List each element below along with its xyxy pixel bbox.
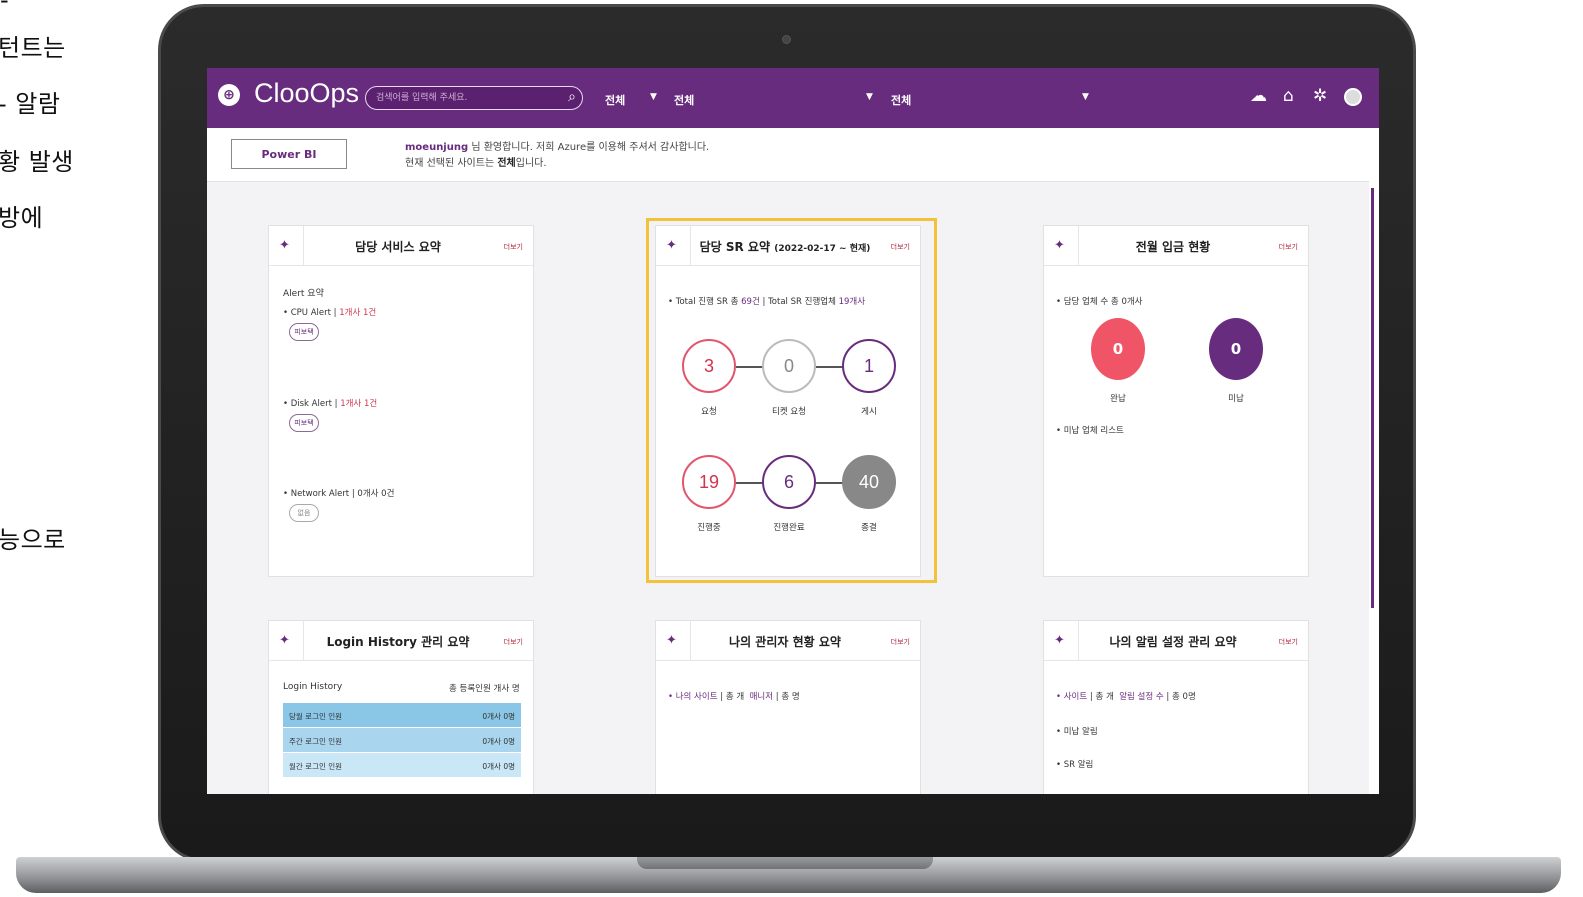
admin-sites: • 나의 사이트 [668, 692, 718, 702]
network-alert: • Network Alert | 0개사 0건 [283, 489, 395, 499]
welcome-message: moeunjung 님 환영합니다. 저희 Azure를 이용해 주셔서 감사합… [405, 140, 709, 172]
side-text-3: 황 발생 [0, 148, 74, 176]
avatar[interactable] [1344, 88, 1362, 106]
dropdown-1[interactable]: 전체 [605, 92, 625, 108]
chevron-down-icon[interactable]: ▼ [650, 92, 657, 102]
disk-alert: • Disk Alert | 1개사 1건 [283, 399, 378, 409]
cpu-alert: • CPU Alert | 1개사 1건 [283, 308, 377, 318]
login-row: 주간 로그인 인원 0개사 0명 [283, 728, 521, 752]
pin-icon[interactable]: ✦ [1054, 633, 1065, 648]
camera-icon [782, 35, 791, 44]
admin-managers-count: 총 명 [781, 692, 800, 702]
admin-status-card: ✦ 나의 관리자 현황 요약 더보기 • 나의 사이트 | 총 개 매니저 | … [655, 620, 921, 794]
dropdown-3[interactable]: 전체 [891, 92, 911, 108]
app-screen: ⊕ ClooOps ⌕ 전체 ▼ 전체 ▼ 전체 ▼ ☁ ⌂ ✲ Power B… [207, 68, 1379, 794]
admin-managers: 매니저 [749, 692, 774, 702]
site-prefix: 현재 선택된 사이트는 [405, 158, 498, 169]
pin-icon[interactable]: ✦ [279, 238, 290, 253]
login-heading: Login History [283, 682, 343, 692]
pin-icon[interactable]: ✦ [279, 633, 290, 648]
welcome-bar: Power BI moeunjung 님 환영합니다. 저희 Azure를 이용… [207, 128, 1369, 182]
login-row-label: 월간 로그인 인원 [289, 762, 343, 771]
alarm-settings-count: 총 0명 [1172, 692, 1196, 702]
chevron-down-icon[interactable]: ▼ [866, 92, 873, 102]
login-history-card: ✦ Login History 관리 요약 더보기 Login History … [268, 620, 534, 794]
login-row: 월간 로그인 인원 0개사 0명 [283, 753, 521, 777]
powerbi-button[interactable]: Power BI [231, 139, 347, 169]
login-row-value: 0개사 0명 [482, 737, 515, 746]
disk-status-pill[interactable]: 피보택 [289, 414, 319, 432]
card-title: 나의 관리자 현황 요약 [729, 635, 841, 649]
scrollbar[interactable] [1369, 128, 1379, 794]
paid-count[interactable]: 0 [1091, 318, 1145, 380]
disk-alert-value: 1개사 1건 [340, 399, 378, 409]
network-status-pill[interactable]: 없음 [289, 504, 319, 522]
alarm-settings-count-label: 알림 설정 수 [1119, 692, 1164, 702]
cpu-alert-value: 1개사 1건 [339, 308, 377, 318]
welcome-text: 님 환영합니다. 저희 Azure를 이용해 주셔서 감사합니다. [468, 142, 710, 153]
site-name: 전체 [497, 158, 516, 169]
card-title: 나의 알림 설정 관리 요약 [1109, 635, 1237, 649]
highlight-box [646, 218, 937, 583]
payment-summary: • 담당 업체 수 총 0개사 [1056, 297, 1143, 307]
globe-icon[interactable]: ⊕ [218, 84, 240, 106]
unpaid-alarm[interactable]: • 미납 알림 [1056, 725, 1098, 737]
alarm-sites-count: 총 개 [1095, 692, 1114, 702]
card-title: 담당 서비스 요약 [355, 240, 441, 254]
home-icon[interactable]: ⌂ [1283, 86, 1294, 106]
cpu-alert-label: • CPU Alert [283, 308, 331, 318]
more-link[interactable]: 더보기 [1279, 637, 1298, 647]
more-link[interactable]: 더보기 [504, 637, 523, 647]
side-text-0: - [0, 0, 10, 14]
admin-summary: • 나의 사이트 | 총 개 매니저 | 총 명 [668, 692, 800, 702]
payment-status-card: ✦ 전월 입금 현황 더보기 • 담당 업체 수 총 0개사 0 완납 0 미납… [1043, 225, 1309, 577]
login-row-label: 주간 로그인 인원 [289, 737, 343, 746]
side-text-4: 방에 [0, 204, 44, 232]
username: moeunjung [405, 142, 469, 153]
unpaid-count[interactable]: 0 [1209, 318, 1263, 380]
card-title: Login History 관리 요약 [326, 635, 470, 649]
login-row: 당월 로그인 인원 0개사 0명 [283, 703, 521, 727]
unpaid-list-label[interactable]: • 미납 업체 리스트 [1056, 424, 1124, 436]
sr-alarm[interactable]: • SR 알림 [1056, 758, 1093, 770]
pin-icon[interactable]: ✦ [666, 633, 677, 648]
side-text-5: 능으로 [0, 526, 66, 554]
cpu-status-pill[interactable]: 피보택 [289, 323, 319, 341]
side-text-1: 턴트는 [0, 34, 66, 62]
search-icon[interactable]: ⌕ [568, 89, 576, 105]
search-input[interactable] [376, 90, 556, 106]
alarm-settings-card: ✦ 나의 알림 설정 관리 요약 더보기 • 사이트 | 총 개 알림 설정 수… [1043, 620, 1309, 794]
login-total: 총 등록인원 개사 명 [449, 684, 520, 694]
alarm-sites: • 사이트 [1056, 692, 1088, 702]
login-row-label: 당월 로그인 인원 [289, 712, 343, 721]
more-link[interactable]: 더보기 [504, 242, 523, 252]
card-title: 전월 입금 현황 [1135, 240, 1211, 254]
scrollbar-thumb[interactable] [1371, 188, 1374, 608]
alert-heading: Alert 요약 [283, 289, 324, 299]
side-text-2: - 알람 [0, 90, 61, 118]
paid-label: 완납 [1110, 394, 1126, 404]
alarm-summary: • 사이트 | 총 개 알림 설정 수 | 총 0명 [1056, 692, 1196, 702]
service-summary-card: ✦ 담당 서비스 요약 더보기 Alert 요약 • CPU Alert | 1… [268, 225, 534, 577]
gear-icon[interactable]: ✲ [1313, 86, 1327, 106]
login-row-value: 0개사 0명 [482, 712, 515, 721]
laptop-notch [637, 857, 933, 869]
login-row-value: 0개사 0명 [482, 762, 515, 771]
network-alert-label: • Network Alert [283, 489, 350, 499]
disk-alert-label: • Disk Alert [283, 399, 332, 409]
unpaid-label: 미납 [1228, 394, 1244, 404]
site-suffix: 입니다. [515, 158, 547, 169]
more-link[interactable]: 더보기 [891, 637, 910, 647]
admin-sites-count: 총 개 [725, 692, 745, 702]
search-box[interactable]: ⌕ [365, 86, 583, 110]
top-navbar: ⊕ ClooOps ⌕ 전체 ▼ 전체 ▼ 전체 ▼ ☁ ⌂ ✲ [207, 68, 1379, 128]
cloud-icon[interactable]: ☁ [1250, 86, 1267, 106]
app-title[interactable]: ClooOps [254, 78, 359, 109]
chevron-down-icon[interactable]: ▼ [1082, 92, 1089, 102]
network-alert-value: 0개사 0건 [357, 489, 395, 499]
more-link[interactable]: 더보기 [1279, 242, 1298, 252]
pin-icon[interactable]: ✦ [1054, 238, 1065, 253]
dropdown-2[interactable]: 전체 [674, 92, 694, 108]
